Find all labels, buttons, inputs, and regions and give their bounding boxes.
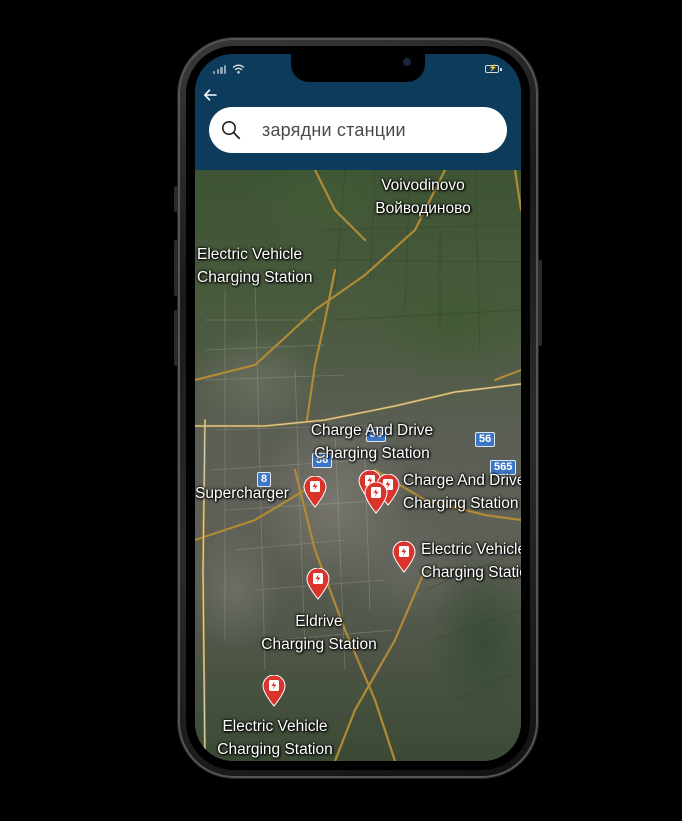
phone-screen: ⚡ зарядни станции 56 56 56 565 8 Voivodi… xyxy=(195,54,521,761)
charging-station-pin[interactable] xyxy=(262,675,286,707)
charging-station-pin[interactable] xyxy=(303,476,327,508)
map-label-eldrive[interactable]: Eldrive Charging Station xyxy=(249,610,389,656)
volume-up-button xyxy=(174,240,178,296)
road-shield: 56 xyxy=(475,432,496,447)
map-label-charge-and-drive[interactable]: Charge And Drive Charging Station xyxy=(299,419,445,465)
search-icon xyxy=(222,121,241,140)
map-label-ev-station[interactable]: Electric Vehicle Charging Station xyxy=(197,243,333,289)
front-camera xyxy=(403,58,411,66)
wifi-icon xyxy=(232,64,245,74)
volume-down-button xyxy=(174,310,178,366)
map-label-voivodinovo: Voivodinovo Войводиново xyxy=(375,177,471,217)
search-input[interactable]: зарядни станции xyxy=(262,107,406,153)
map-label-supercharger[interactable]: Supercharger xyxy=(195,482,303,505)
battery-charging-icon: ⚡ xyxy=(485,65,502,73)
app-header: ⚡ зарядни станции xyxy=(195,54,521,170)
charging-station-pin[interactable] xyxy=(364,482,388,514)
map-label-ev-station-3[interactable]: Electric Vehicle Charging Station xyxy=(205,715,345,761)
silent-switch xyxy=(174,186,178,212)
map-label-ev-station-2[interactable]: Electric Vehicle Charging Station xyxy=(421,538,521,584)
search-bar[interactable]: зарядни станции xyxy=(209,107,507,153)
map-label-charge-and-drive-2[interactable]: Charge And Drive Charging Station xyxy=(403,469,521,515)
power-button xyxy=(538,260,542,346)
satellite-map[interactable]: 56 56 56 565 8 Voivodinovo Войводиново E… xyxy=(195,170,521,761)
cellular-signal-icon xyxy=(213,65,227,74)
notch xyxy=(291,54,425,82)
charging-station-pin[interactable] xyxy=(306,568,330,600)
charging-station-pin[interactable] xyxy=(392,541,416,573)
mockup-stage: ⚡ зарядни станции 56 56 56 565 8 Voivodi… xyxy=(0,0,682,821)
back-arrow-icon[interactable] xyxy=(202,87,218,103)
status-bar-left xyxy=(213,64,245,74)
